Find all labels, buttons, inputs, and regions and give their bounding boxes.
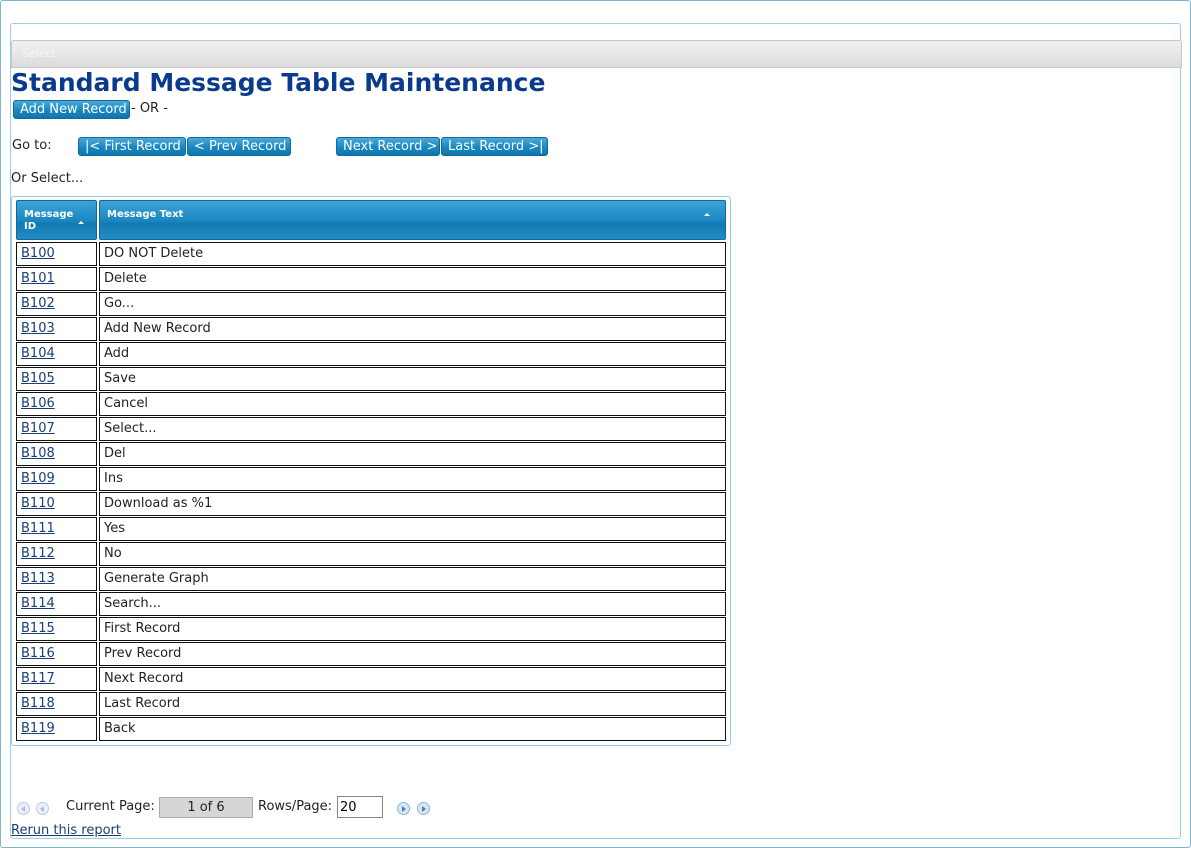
message-text-cell: No bbox=[99, 542, 726, 566]
message-id-link[interactable]: B114 bbox=[21, 596, 55, 611]
or-separator: - OR - bbox=[131, 101, 168, 116]
message-id-link[interactable]: B108 bbox=[21, 446, 55, 461]
message-id-link[interactable]: B100 bbox=[21, 246, 55, 261]
message-id-cell: B117 bbox=[16, 667, 97, 691]
message-id-cell: B119 bbox=[16, 717, 97, 741]
message-text-cell: Delete bbox=[99, 267, 726, 291]
last-record-button[interactable]: Last Record >| bbox=[441, 137, 548, 156]
message-id-cell: B114 bbox=[16, 592, 97, 616]
message-id-link[interactable]: B113 bbox=[21, 571, 55, 586]
message-text-cell: DO NOT Delete bbox=[99, 242, 726, 266]
add-new-record-button[interactable]: Add New Record bbox=[13, 100, 130, 119]
last-page-icon[interactable] bbox=[417, 802, 430, 815]
message-text-cell: First Record bbox=[99, 617, 726, 641]
message-id-cell: B104 bbox=[16, 342, 97, 366]
message-id-cell: B101 bbox=[16, 267, 97, 291]
message-text-cell: Last Record bbox=[99, 692, 726, 716]
message-text-cell: Ins bbox=[99, 467, 726, 491]
message-id-link[interactable]: B106 bbox=[21, 396, 55, 411]
message-id-cell: B106 bbox=[16, 392, 97, 416]
message-text-cell: Generate Graph bbox=[99, 567, 726, 591]
message-id-link[interactable]: B102 bbox=[21, 296, 55, 311]
page-title: Standard Message Table Maintenance bbox=[11, 68, 546, 97]
goto-label: Go to: bbox=[12, 138, 52, 153]
message-text-cell: Search... bbox=[99, 592, 726, 616]
message-id-link[interactable]: B118 bbox=[21, 696, 55, 711]
next-record-button[interactable]: Next Record > bbox=[336, 137, 440, 156]
message-id-link[interactable]: B109 bbox=[21, 471, 55, 486]
current-page-label: Current Page: bbox=[66, 799, 155, 814]
rows-per-page-label: Rows/Page: bbox=[258, 799, 333, 814]
message-id-cell: B111 bbox=[16, 517, 97, 541]
prev-record-button[interactable]: < Prev Record bbox=[187, 137, 291, 156]
message-id-link[interactable]: B111 bbox=[21, 521, 55, 536]
message-id-cell: B115 bbox=[16, 617, 97, 641]
message-text-cell: Back bbox=[99, 717, 726, 741]
prev-page-icon[interactable] bbox=[36, 802, 49, 815]
sort-ascending-icon bbox=[704, 213, 710, 216]
message-id-link[interactable]: B119 bbox=[21, 721, 55, 736]
message-id-cell: B116 bbox=[16, 642, 97, 666]
message-id-link[interactable]: B112 bbox=[21, 546, 55, 561]
message-id-link[interactable]: B116 bbox=[21, 646, 55, 661]
message-id-cell: B109 bbox=[16, 467, 97, 491]
column-header-message-id[interactable]: Message ID bbox=[16, 200, 97, 240]
message-id-cell: B105 bbox=[16, 367, 97, 391]
message-id-cell: B118 bbox=[16, 692, 97, 716]
message-id-link[interactable]: B103 bbox=[21, 321, 55, 336]
panel-title-text: Select bbox=[22, 47, 56, 60]
message-text-cell: Next Record bbox=[99, 667, 726, 691]
current-page-value: 1 of 6 bbox=[159, 797, 253, 818]
message-text-cell: Go... bbox=[99, 292, 726, 316]
message-id-link[interactable]: B117 bbox=[21, 671, 55, 686]
first-page-icon[interactable] bbox=[17, 802, 30, 815]
message-id-cell: B113 bbox=[16, 567, 97, 591]
rerun-report-link[interactable]: Rerun this report bbox=[11, 823, 121, 838]
message-id-link[interactable]: B101 bbox=[21, 271, 55, 286]
column-header-message-text[interactable]: Message Text bbox=[99, 200, 726, 240]
message-id-cell: B102 bbox=[16, 292, 97, 316]
message-id-link[interactable]: B107 bbox=[21, 421, 55, 436]
message-id-cell: B112 bbox=[16, 542, 97, 566]
message-id-cell: B103 bbox=[16, 317, 97, 341]
message-id-link[interactable]: B105 bbox=[21, 371, 55, 386]
message-text-cell: Yes bbox=[99, 517, 726, 541]
column-header-label: Message ID bbox=[24, 209, 74, 232]
message-text-cell: Del bbox=[99, 442, 726, 466]
sort-ascending-icon bbox=[78, 221, 84, 224]
column-header-label: Message Text bbox=[107, 209, 184, 220]
message-id-link[interactable]: B104 bbox=[21, 346, 55, 361]
message-id-link[interactable]: B110 bbox=[21, 496, 55, 511]
first-record-button[interactable]: |< First Record bbox=[78, 137, 186, 156]
message-text-cell: Save bbox=[99, 367, 726, 391]
message-id-cell: B100 bbox=[16, 242, 97, 266]
message-text-cell: Cancel bbox=[99, 392, 726, 416]
message-text-cell: Select... bbox=[99, 417, 726, 441]
message-id-link[interactable]: B115 bbox=[21, 621, 55, 636]
message-id-cell: B110 bbox=[16, 492, 97, 516]
next-page-icon[interactable] bbox=[397, 802, 410, 815]
message-text-cell: Prev Record bbox=[99, 642, 726, 666]
rows-per-page-input[interactable] bbox=[337, 796, 383, 818]
message-id-cell: B107 bbox=[16, 417, 97, 441]
message-text-cell: Download as %1 bbox=[99, 492, 726, 516]
panel-title-bar: Select bbox=[11, 40, 1182, 68]
message-id-cell: B108 bbox=[16, 442, 97, 466]
or-select-label: Or Select... bbox=[11, 171, 84, 186]
message-text-cell: Add bbox=[99, 342, 726, 366]
message-text-cell: Add New Record bbox=[99, 317, 726, 341]
